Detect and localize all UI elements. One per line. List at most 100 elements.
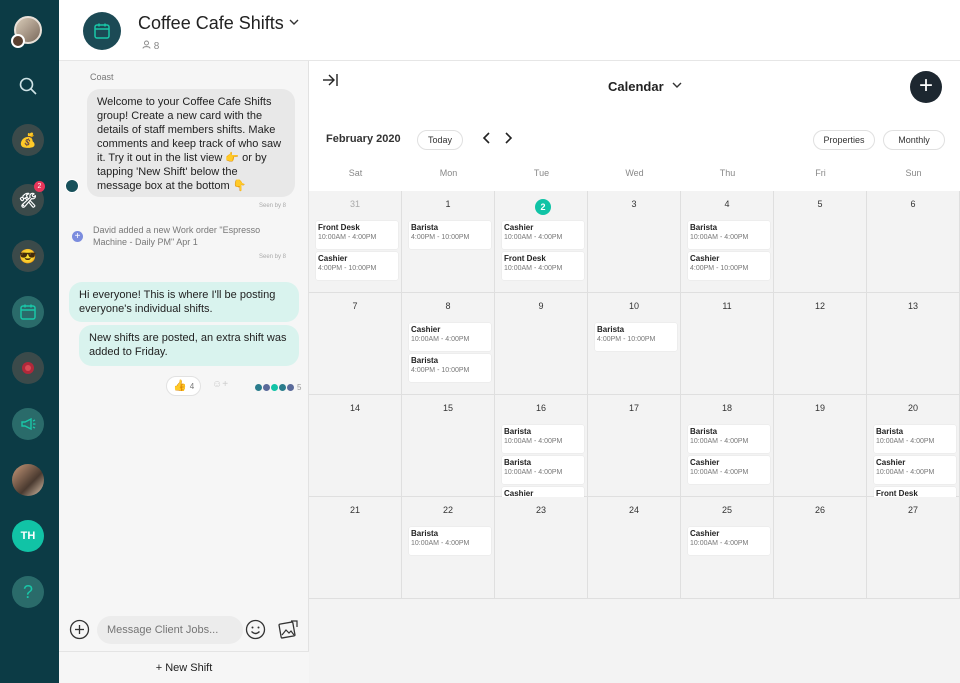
chevron-down-icon[interactable] [671,79,683,94]
day-cell[interactable]: 31 Front Desk 10:00AM - 4:00PM Cashier 4:00P… [309,191,402,293]
view-selector[interactable]: Monthly [883,130,945,150]
day-number: 11 [722,301,732,311]
day-cell[interactable]: 2 Cashier 10:00AM - 4:00PM Front Desk 10:00A… [495,191,588,293]
day-number: 13 [907,301,918,311]
help-icon[interactable]: ? [12,576,44,608]
shift-card[interactable]: Cashier 4:00PM - 10:00PM [316,252,398,280]
day-cell[interactable]: 17 [588,395,681,497]
add-attachment-icon[interactable] [69,619,90,640]
day-number: 19 [814,403,825,413]
day-cell[interactable]: 7 [309,293,402,395]
add-reaction-icon[interactable]: ☺+ [212,379,228,390]
calendar-group-icon[interactable] [12,296,44,328]
shift-card[interactable]: Cashier 10:00AM - 4:00PM [874,456,956,484]
shift-card[interactable]: Barista 10:00AM - 4:00PM [502,456,584,484]
day-cell[interactable]: 9 [495,293,588,395]
day-number: 1 [445,199,451,209]
seen-avatar [263,383,270,391]
day-cell[interactable]: 16 Barista 10:00AM - 4:00PM Barista 10:00AM … [495,395,588,592]
day-cell[interactable]: 22 Barista 10:00AM - 4:00PM [402,497,495,599]
day-cell[interactable]: 20 Barista 10:00AM - 4:00PM Cashier 10:00AM … [867,395,960,546]
group-target-icon[interactable] [12,352,44,384]
shift-role: Cashier [690,529,720,538]
shift-time: 4:00PM - 10:00PM [411,367,470,374]
shift-card[interactable]: Barista 10:00AM - 4:00PM [502,425,584,453]
day-cell[interactable]: 21 [309,497,402,599]
day-cell[interactable]: 1 Barista 4:00PM - 10:00PM [402,191,495,293]
new-shift-button[interactable]: + New Shift [59,651,309,683]
message-bubble[interactable]: Welcome to your Coffee Cafe Shifts group… [87,89,295,197]
member-count[interactable]: 8 [142,40,159,52]
message-bubble[interactable]: Hi everyone! This is where I'll be posti… [69,282,299,322]
properties-button[interactable]: Properties [813,130,875,150]
user-initials-avatar[interactable]: TH [12,520,44,552]
day-number: 12 [814,301,825,311]
group-title[interactable]: Coffee Cafe Shifts [138,13,284,34]
day-number: 17 [628,403,639,413]
day-cell[interactable]: 25 Cashier 10:00AM - 4:00PM [681,497,774,599]
day-cell[interactable]: 11 [681,293,774,395]
day-cell[interactable]: 8 Cashier 10:00AM - 4:00PM Barista 4:00PM - … [402,293,495,395]
megaphone-icon[interactable] [12,408,44,440]
shift-card[interactable]: Front Desk 10:00AM - 4:00PM [502,252,584,280]
today-button[interactable]: Today [417,130,463,150]
shift-card[interactable]: Barista 4:00PM - 10:00PM [409,221,491,249]
notification-badge: 2 [34,181,45,192]
day-cell[interactable]: 5 [774,191,867,293]
day-cell[interactable]: 13 [867,293,960,395]
search-icon[interactable] [12,70,44,102]
day-cell[interactable]: 15 [402,395,495,497]
day-cell[interactable]: 23 [495,497,588,599]
add-shift-button[interactable]: + [910,71,942,103]
shift-card[interactable]: Cashier 10:00AM - 4:00PM [688,456,770,484]
shift-time: 10:00AM - 4:00PM [876,469,935,476]
day-number: 24 [628,505,639,515]
shift-time: 10:00AM - 4:00PM [876,438,935,445]
shift-card[interactable]: Barista 4:00PM - 10:00PM [409,354,491,382]
day-cell[interactable]: 14 [309,395,402,497]
day-cell[interactable]: 19 [774,395,867,497]
day-cell[interactable]: 3 [588,191,681,293]
shift-card[interactable]: Cashier 10:00AM - 4:00PM [502,221,584,249]
group-photo-avatar[interactable] [12,464,44,496]
weekday-label: Sat [348,168,363,178]
shift-card[interactable]: Cashier 10:00AM - 4:00PM [409,323,491,351]
thumbs-up-icon: 👍 [173,380,187,392]
day-cell[interactable]: 10 Barista 4:00PM - 10:00PM [588,293,681,395]
chevron-down-icon[interactable] [288,16,300,31]
shift-card[interactable]: Cashier 10:00AM - 4:00PM [688,527,770,555]
shift-role: Front Desk [318,223,360,232]
day-cell[interactable]: 18 Barista 10:00AM - 4:00PM Cashier 10:00AM … [681,395,774,497]
shift-card[interactable]: Barista 4:00PM - 10:00PM [595,323,677,351]
message-input[interactable] [97,616,243,644]
image-upload-icon[interactable] [277,618,299,640]
group-emoji-icon[interactable]: 😎 [12,240,44,272]
emoji-icon[interactable] [245,619,266,640]
shift-card[interactable]: Cashier 4:00PM - 10:00PM [688,252,770,280]
day-cell[interactable]: 6 [867,191,960,293]
member-count-value: 8 [153,41,160,52]
reaction-thumbs-up[interactable]: 👍 4 [166,376,202,396]
group-moneybag-icon[interactable]: 💰 [12,124,44,156]
day-number: 15 [442,403,453,413]
shift-card[interactable]: Barista 10:00AM - 4:00PM [874,425,956,453]
calendar-title[interactable]: Calendar [608,79,664,94]
prev-month-icon[interactable] [481,131,493,148]
day-cell[interactable]: 4 Barista 10:00AM - 4:00PM Cashier 4:00PM - … [681,191,774,293]
group-calendar-icon[interactable] [83,12,121,50]
shift-card[interactable]: Barista 10:00AM - 4:00PM [688,425,770,453]
shift-time: 10:00AM - 4:00PM [690,438,749,445]
seen-avatars[interactable]: 5 [255,382,301,392]
shift-card[interactable]: Barista 10:00AM - 4:00PM [409,527,491,555]
shift-time: 4:00PM - 10:00PM [690,265,749,272]
shift-time: 10:00AM - 4:00PM [411,540,470,547]
day-cell[interactable]: 27 [867,497,960,599]
message-bubble[interactable]: New shifts are posted, an extra shift wa… [79,325,299,366]
next-month-icon[interactable] [502,131,514,148]
shift-card[interactable]: Barista 10:00AM - 4:00PM [688,221,770,249]
day-cell[interactable]: 12 [774,293,867,395]
collapse-panel-icon[interactable] [321,71,339,89]
day-cell[interactable]: 26 [774,497,867,599]
shift-card[interactable]: Front Desk 10:00AM - 4:00PM [316,221,398,249]
day-cell[interactable]: 24 [588,497,681,599]
